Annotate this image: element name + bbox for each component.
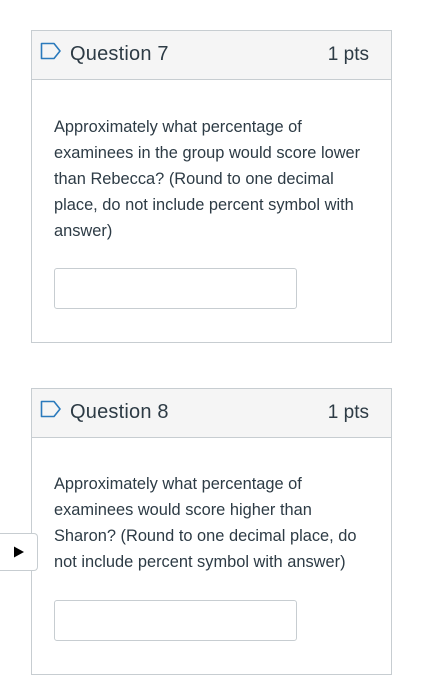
question-7-text: Approximately what percentage of examine… bbox=[54, 118, 361, 240]
play-triangle-icon bbox=[13, 546, 24, 558]
question-8-title: Question 8 bbox=[70, 401, 169, 423]
question-7-points: 1 pts bbox=[327, 44, 369, 65]
quiz-page: Question 7 1 pts Approximately what perc… bbox=[0, 0, 424, 700]
question-8-answer-input[interactable] bbox=[54, 600, 297, 641]
question-8-card: Question 8 1 pts Approximately what perc… bbox=[31, 388, 392, 675]
question-7-card: Question 7 1 pts Approximately what perc… bbox=[31, 30, 392, 343]
flag-icon[interactable] bbox=[40, 400, 62, 418]
question-7-header: Question 7 1 pts bbox=[32, 31, 391, 80]
question-7-answer-input[interactable] bbox=[54, 268, 297, 309]
question-8-header: Question 8 1 pts bbox=[32, 389, 391, 438]
question-8-points: 1 pts bbox=[327, 402, 369, 423]
side-panel-toggle-button[interactable] bbox=[0, 533, 38, 571]
flag-icon[interactable] bbox=[40, 42, 62, 60]
question-8-text: Approximately what percentage of examine… bbox=[54, 475, 357, 571]
question-7-title: Question 7 bbox=[70, 43, 169, 65]
